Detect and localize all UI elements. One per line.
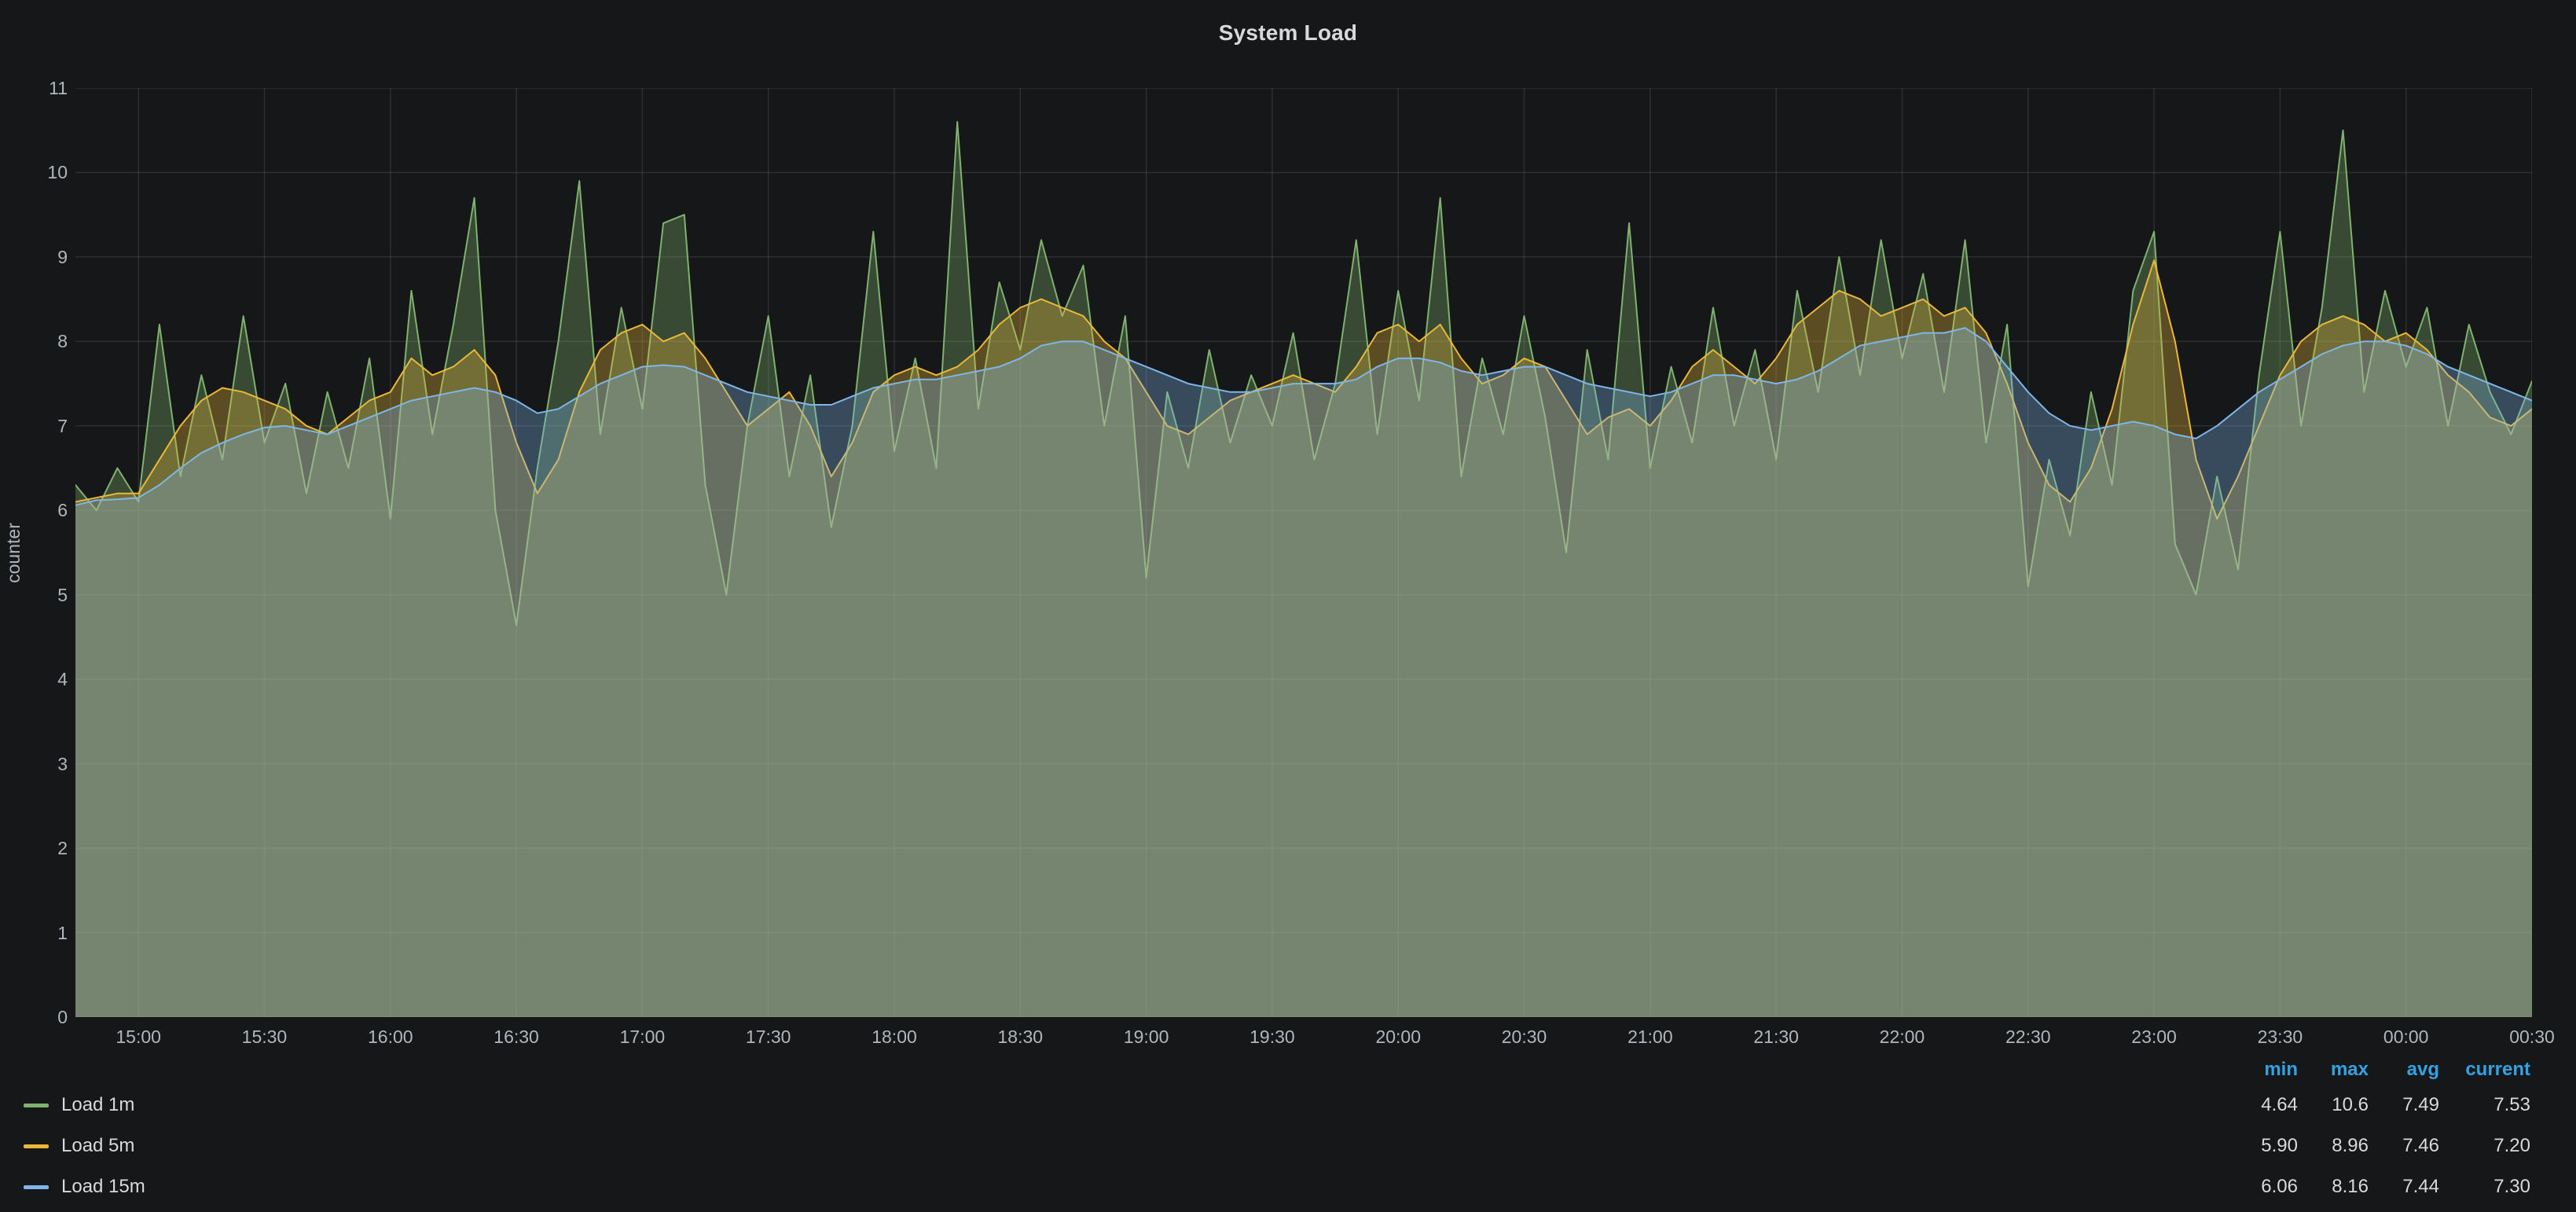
x-tick-label: 19:30 (1249, 1027, 1295, 1048)
legend-avg-value: 7.46 (2369, 1135, 2439, 1157)
legend-avg-value: 7.49 (2369, 1094, 2439, 1116)
legend-row[interactable]: Load 5m 5.908.967.467.20 (0, 1126, 2576, 1166)
x-tick-label: 18:30 (998, 1027, 1044, 1048)
x-tick-label: 17:00 (620, 1027, 666, 1048)
x-tick-label: 21:30 (1753, 1027, 1799, 1048)
x-tick-label: 15:00 (116, 1027, 161, 1048)
legend-min-value: 4.64 (2227, 1094, 2298, 1116)
legend-series-swatch (24, 1104, 49, 1107)
chart-svg (75, 88, 2532, 1017)
x-tick-label: 00:00 (2383, 1027, 2429, 1048)
legend-current-value: 7.20 (2439, 1135, 2530, 1157)
legend-header-current[interactable]: current (2439, 1059, 2530, 1081)
y-axis-label: counter (2, 88, 25, 1017)
legend-max-value: 10.6 (2298, 1094, 2369, 1116)
y-tick-label: 9 (14, 247, 68, 267)
legend-current-value: 7.53 (2439, 1094, 2530, 1116)
legend-header: min max avg current (0, 1055, 2576, 1085)
y-tick-label: 2 (14, 838, 68, 858)
y-tick-label: 6 (14, 500, 68, 520)
x-tick-label: 16:00 (368, 1027, 413, 1048)
legend-avg-value: 7.44 (2369, 1176, 2439, 1198)
legend-min-value: 5.90 (2227, 1135, 2298, 1157)
legend-header-min[interactable]: min (2227, 1059, 2298, 1081)
x-tick-label: 16:30 (494, 1027, 539, 1048)
x-tick-label: 15:30 (242, 1027, 288, 1048)
legend-row[interactable]: Load 1m 4.6410.67.497.53 (0, 1085, 2576, 1126)
legend-current-value: 7.30 (2439, 1176, 2530, 1198)
legend: min max avg current Load 1m4.6410.67.497… (0, 1055, 2576, 1207)
y-tick-label: 5 (14, 585, 68, 605)
legend-header-avg[interactable]: avg (2369, 1059, 2439, 1081)
legend-series-swatch (24, 1185, 49, 1189)
y-tick-label: 8 (14, 331, 68, 351)
x-tick-label: 00:30 (2509, 1027, 2555, 1048)
y-tick-label: 4 (14, 669, 68, 689)
legend-max-value: 8.16 (2298, 1176, 2369, 1198)
x-tick-label: 19:00 (1124, 1027, 1169, 1048)
x-tick-label: 18:00 (872, 1027, 917, 1048)
legend-series-swatch (24, 1144, 49, 1148)
plot-area[interactable] (75, 88, 2532, 1017)
y-tick-label: 1 (14, 923, 68, 943)
x-tick-label: 17:30 (746, 1027, 791, 1048)
legend-header-max[interactable]: max (2298, 1059, 2369, 1081)
legend-series-label[interactable]: Load 15m (61, 1176, 145, 1198)
y-tick-label: 3 (14, 754, 68, 774)
x-tick-label: 23:00 (2131, 1027, 2177, 1048)
legend-series-label[interactable]: Load 1m (61, 1094, 134, 1116)
y-tick-label: 10 (14, 162, 68, 182)
x-tick-label: 20:30 (1502, 1027, 1547, 1048)
panel-title: System Load (0, 20, 2576, 46)
legend-series-label[interactable]: Load 5m (61, 1135, 134, 1157)
legend-row[interactable]: Load 15m 6.068.167.447.30 (0, 1166, 2576, 1207)
y-tick-label: 0 (14, 1007, 68, 1027)
x-tick-label: 21:00 (1627, 1027, 1673, 1048)
x-tick-label: 23:30 (2258, 1027, 2303, 1048)
y-tick-label: 7 (14, 416, 68, 436)
legend-min-value: 6.06 (2227, 1176, 2298, 1198)
x-tick-label: 22:00 (1880, 1027, 1925, 1048)
legend-rows: Load 1m4.6410.67.497.53Load 5m5.908.967.… (0, 1085, 2576, 1207)
x-tick-label: 22:30 (2005, 1027, 2051, 1048)
y-tick-label: 11 (14, 78, 68, 98)
x-tick-label: 20:00 (1375, 1027, 1421, 1048)
legend-max-value: 8.96 (2298, 1135, 2369, 1157)
